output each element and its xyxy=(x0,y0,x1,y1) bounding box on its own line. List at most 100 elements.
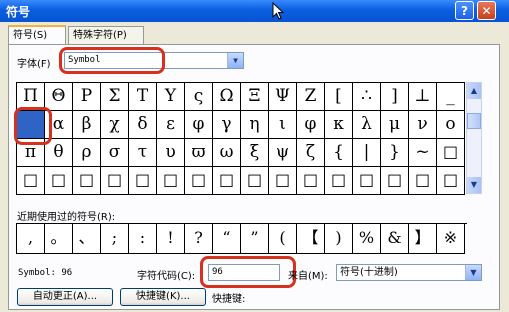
symbol-cell[interactable]: μ xyxy=(381,111,409,139)
symbol-cell[interactable]: □ xyxy=(353,167,381,195)
close-button[interactable]: ✕ xyxy=(477,1,496,20)
symbol-cell[interactable]: [ xyxy=(325,83,353,111)
symbol-cell[interactable]: □ xyxy=(101,167,129,195)
symbol-cell[interactable]: □ xyxy=(45,167,73,195)
symbol-cell[interactable]: φ xyxy=(185,111,213,139)
char-code-label: 字符代码(C): xyxy=(137,271,196,282)
symbol-cell[interactable]: Ζ xyxy=(297,83,325,111)
symbol-cell[interactable]: □ xyxy=(17,167,45,195)
recent-symbols-row[interactable]: ,。、;:!? “”(【)% &】 ※ xyxy=(16,223,467,254)
symbol-grid-scrollbar[interactable]: ▲ ▼ xyxy=(466,82,482,194)
shortcut-key-button[interactable]: 快捷键(K)... xyxy=(120,288,206,306)
symbol-cell[interactable]: ζ xyxy=(297,139,325,167)
symbol-cell[interactable]: Ψ xyxy=(269,83,297,111)
symbol-cell[interactable]: β xyxy=(73,111,101,139)
symbol-cell[interactable]: □ xyxy=(437,167,465,195)
symbol-cell[interactable]: Υ xyxy=(157,83,185,111)
symbol-cell[interactable]: σ xyxy=(101,139,129,167)
symbol-cell[interactable]: χ xyxy=(101,111,129,139)
font-highlight-annotation xyxy=(59,47,165,74)
recent-symbol-cell[interactable]: & xyxy=(381,224,409,254)
recent-symbol-cell[interactable]: 。 xyxy=(45,224,73,254)
tab-symbols[interactable]: 符号(S) xyxy=(8,25,66,45)
symbol-cell[interactable]: γ xyxy=(213,111,241,139)
symbol-cell[interactable]: ξ xyxy=(241,139,269,167)
mouse-cursor-icon xyxy=(272,2,285,20)
recent-symbol-cell[interactable]: ; xyxy=(101,224,129,254)
symbol-cell[interactable]: υ xyxy=(157,139,185,167)
recent-symbol-cell[interactable]: , xyxy=(17,224,45,254)
chevron-down-icon[interactable]: ▼ xyxy=(465,265,481,280)
recent-symbol-cell[interactable]: “ xyxy=(213,224,241,254)
symbol-cell[interactable]: Ξ xyxy=(241,83,269,111)
watermark-logo xyxy=(418,290,504,310)
symbol-cell[interactable]: φ xyxy=(297,111,325,139)
symbol-cell[interactable]: Θ xyxy=(45,83,73,111)
symbol-cell[interactable]: ψ xyxy=(269,139,297,167)
symbol-cell[interactable]: ν xyxy=(409,111,437,139)
symbol-cell[interactable]: δ xyxy=(129,111,157,139)
symbol-cell[interactable]: ⊥ xyxy=(409,83,437,111)
recent-symbol-cell[interactable]: 【 xyxy=(297,224,325,254)
from-select[interactable]: 符号(十进制) ▼ xyxy=(336,264,482,281)
symbol-cell[interactable]: □ xyxy=(409,167,437,195)
symbol-cell[interactable]: ρ xyxy=(73,139,101,167)
recent-symbol-cell[interactable]: ! xyxy=(157,224,185,254)
from-label: 来自(M): xyxy=(288,271,328,282)
symbol-cell[interactable]: κ xyxy=(325,111,353,139)
chevron-down-icon[interactable]: ▼ xyxy=(227,53,243,68)
symbol-cell[interactable]: ] xyxy=(381,83,409,111)
symbol-cell[interactable]: □ xyxy=(297,167,325,195)
symbol-cell[interactable]: □ xyxy=(381,167,409,195)
symbol-cell[interactable]: ς xyxy=(185,83,213,111)
selected-symbol-highlight-annotation xyxy=(14,107,52,145)
symbol-cell[interactable]: ι xyxy=(269,111,297,139)
symbol-cell[interactable]: □ xyxy=(269,167,297,195)
symbol-cell[interactable]: η xyxy=(241,111,269,139)
symbol-cell[interactable]: Τ xyxy=(129,83,157,111)
symbol-cell[interactable]: □ xyxy=(185,167,213,195)
help-button[interactable]: ? xyxy=(455,1,474,20)
symbol-cell[interactable]: _ xyxy=(437,83,465,111)
recent-symbol-cell[interactable]: ” xyxy=(241,224,269,254)
scroll-down-icon[interactable]: ▼ xyxy=(467,177,481,193)
font-label: 字体(F) xyxy=(17,59,51,70)
recent-symbol-cell[interactable]: 】 xyxy=(409,224,437,254)
symbol-cell[interactable]: λ xyxy=(353,111,381,139)
scroll-up-icon[interactable]: ▲ xyxy=(467,83,481,99)
symbol-cell[interactable]: Ω xyxy=(213,83,241,111)
symbol-cell[interactable]: ∴ xyxy=(353,83,381,111)
recent-symbol-cell[interactable]: ) xyxy=(325,224,353,254)
symbol-cell[interactable]: } xyxy=(381,139,409,167)
shortcut-key-text: 快捷键: xyxy=(212,294,246,305)
symbol-cell[interactable]: □ xyxy=(241,167,269,195)
symbol-cell[interactable]: □ xyxy=(157,167,185,195)
recent-symbol-cell[interactable]: ( xyxy=(269,224,297,254)
symbol-cell[interactable]: □ xyxy=(325,167,353,195)
tab-special-characters[interactable]: 特殊字符(P) xyxy=(68,26,144,44)
recent-symbol-cell[interactable]: ? xyxy=(185,224,213,254)
symbol-grid[interactable]: Π Θ Ρ Σ Τ Υς Ω Ξ Ψ Ζ[∴] ⊥ _ α β χ δ ε φ γ η ι φ κ λ μ ν ο π θ ρ σ τ υ ϖ ω ξ… xyxy=(16,82,465,195)
symbol-cell[interactable]: □ xyxy=(73,167,101,195)
symbol-cell[interactable]: ~ xyxy=(409,139,437,167)
symbol-cell[interactable]: ε xyxy=(157,111,185,139)
recent-symbol-cell[interactable]: 、 xyxy=(73,224,101,254)
symbol-cell[interactable]: □ xyxy=(437,139,465,167)
autocorrect-button[interactable]: 自动更正(A)... xyxy=(17,288,113,306)
symbol-cell[interactable]: ο xyxy=(437,111,465,139)
recent-symbol-cell[interactable]: : xyxy=(129,224,157,254)
symbol-cell[interactable]: τ xyxy=(129,139,157,167)
symbol-cell[interactable]: ω xyxy=(213,139,241,167)
recent-symbols-label: 近期使用过的符号(R): xyxy=(17,212,116,223)
symbol-cell[interactable]: θ xyxy=(45,139,73,167)
symbol-cell[interactable]: ϖ xyxy=(185,139,213,167)
symbol-cell[interactable]: Σ xyxy=(101,83,129,111)
scrollbar-thumb[interactable] xyxy=(467,113,481,129)
recent-symbol-cell[interactable]: % xyxy=(353,224,381,254)
symbol-cell[interactable]: □ xyxy=(129,167,157,195)
symbol-cell[interactable]: □ xyxy=(213,167,241,195)
symbol-cell[interactable]: Ρ xyxy=(73,83,101,111)
symbol-cell[interactable]: { xyxy=(325,139,353,167)
recent-symbol-cell[interactable]: ※ xyxy=(437,224,465,254)
symbol-cell[interactable]: | xyxy=(353,139,381,167)
